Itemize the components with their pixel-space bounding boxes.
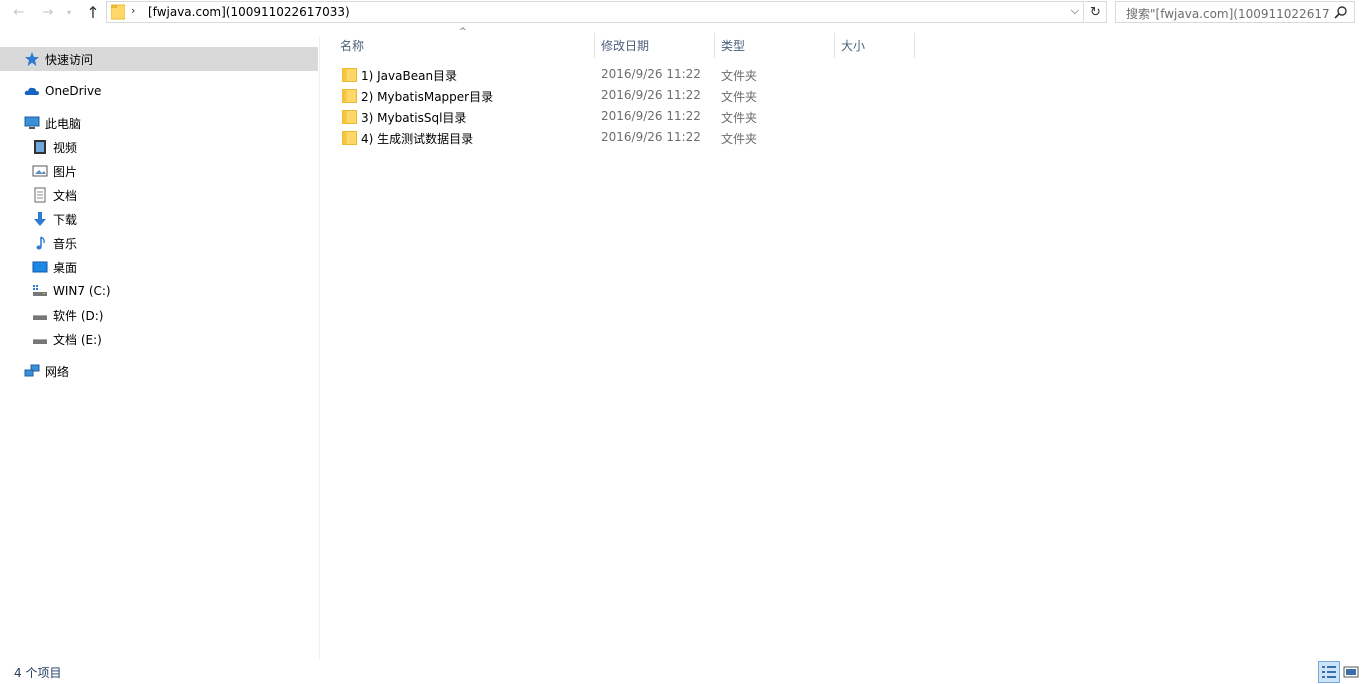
cloud-icon bbox=[24, 87, 39, 95]
address-dropdown-button[interactable]: ⌵ bbox=[1071, 4, 1079, 18]
column-header-name[interactable]: 名称 bbox=[336, 33, 594, 58]
folder-icon bbox=[342, 89, 357, 103]
file-row[interactable]: 3) MybatisSql目录 2016/9/26 11:22 文件夹 bbox=[336, 106, 916, 127]
sidebar-item-label: WIN7 (C:) bbox=[53, 284, 111, 298]
folder-icon bbox=[111, 4, 125, 20]
large-icons-view-button[interactable] bbox=[1340, 661, 1362, 683]
file-row[interactable]: 1) JavaBean目录 2016/9/26 11:22 文件夹 bbox=[336, 64, 916, 85]
sidebar-item-label: 文档 (E:) bbox=[53, 332, 102, 347]
search-placeholder[interactable]: 搜索"[fwjava.com](100911022617... bbox=[1126, 5, 1331, 22]
column-header-size[interactable]: 大小 bbox=[835, 33, 914, 58]
navigation-pane: 快速访问 OneDrive 此电脑 视频 图片 文档 下载 音乐 桌面 WIN7… bbox=[0, 36, 320, 660]
column-header-label: 类型 bbox=[721, 39, 746, 53]
sidebar-item-drive-c[interactable]: WIN7 (C:) bbox=[0, 279, 318, 303]
folder-icon bbox=[342, 68, 357, 82]
arrow-right-icon: → bbox=[42, 4, 54, 20]
sidebar-item-music[interactable]: 音乐 bbox=[0, 231, 318, 255]
arrow-up-icon: ↑ bbox=[86, 2, 100, 22]
sidebar-item-label: 视频 bbox=[53, 140, 78, 155]
column-header-modified[interactable]: 修改日期 bbox=[595, 33, 714, 58]
sidebar-item-label: 文档 bbox=[53, 188, 78, 203]
file-modified: 2016/9/26 11:22 bbox=[601, 130, 701, 144]
column-header-label: 名称 bbox=[340, 39, 365, 53]
file-name[interactable]: 4) 生成测试数据目录 bbox=[361, 130, 473, 147]
sidebar-item-label: 下载 bbox=[53, 212, 78, 227]
folder-icon bbox=[342, 110, 357, 124]
file-type: 文件夹 bbox=[721, 111, 758, 125]
network-icon bbox=[24, 364, 40, 377]
sidebar-item-videos[interactable]: 视频 bbox=[0, 135, 318, 159]
search-icon[interactable] bbox=[1334, 5, 1348, 19]
column-header-label: 大小 bbox=[841, 39, 866, 53]
sidebar-item-drive-e[interactable]: 文档 (E:) bbox=[0, 327, 318, 351]
column-header-label: 修改日期 bbox=[601, 39, 650, 53]
desktop-icon bbox=[32, 261, 48, 273]
file-name[interactable]: 3) MybatisSql目录 bbox=[361, 109, 466, 126]
sidebar-item-documents[interactable]: 文档 bbox=[0, 183, 318, 207]
file-type: 文件夹 bbox=[721, 69, 758, 83]
sidebar-item-label: 此电脑 bbox=[45, 116, 82, 131]
back-button[interactable]: ← bbox=[8, 2, 30, 22]
pictures-icon bbox=[32, 165, 48, 177]
file-row[interactable]: 2) MybatisMapper目录 2016/9/26 11:22 文件夹 bbox=[336, 85, 916, 106]
sidebar-item-downloads[interactable]: 下载 bbox=[0, 207, 318, 231]
file-name[interactable]: 1) JavaBean目录 bbox=[361, 67, 457, 84]
up-button[interactable]: ↑ bbox=[82, 2, 104, 22]
drive-icon bbox=[33, 315, 47, 320]
sidebar-item-onedrive[interactable]: OneDrive bbox=[0, 79, 318, 103]
column-divider[interactable] bbox=[914, 33, 915, 58]
sidebar-item-label: 软件 (D:) bbox=[53, 308, 104, 323]
sidebar-item-quick-access[interactable]: 快速访问 bbox=[0, 47, 318, 71]
refresh-icon: ↻ bbox=[1090, 4, 1101, 20]
arrow-left-icon: ← bbox=[13, 4, 25, 20]
folder-icon bbox=[342, 131, 357, 145]
sidebar-item-network[interactable]: 网络 bbox=[0, 359, 318, 383]
sidebar-item-label: 快速访问 bbox=[45, 52, 94, 67]
breadcrumb-current[interactable]: [fwjava.com](100911022617033) bbox=[148, 5, 350, 19]
column-header-type[interactable]: 类型 bbox=[715, 33, 834, 58]
system-drive-icon bbox=[33, 285, 47, 296]
recent-locations-button[interactable]: ▾ bbox=[62, 2, 76, 22]
sidebar-item-label: 图片 bbox=[53, 164, 78, 179]
chevron-down-icon: ▾ bbox=[66, 7, 71, 17]
search-box[interactable]: 搜索"[fwjava.com](100911022617... bbox=[1115, 1, 1355, 23]
computer-icon bbox=[24, 116, 40, 129]
download-icon bbox=[34, 212, 46, 226]
file-modified: 2016/9/26 11:22 bbox=[601, 88, 701, 102]
details-view-icon bbox=[1322, 666, 1336, 678]
forward-button[interactable]: → bbox=[37, 2, 59, 22]
file-modified: 2016/9/26 11:22 bbox=[601, 109, 701, 123]
address-toolbar: ← → ▾ ↑ › [fwjava.com](100911022617033) … bbox=[0, 0, 1366, 25]
file-type: 文件夹 bbox=[721, 132, 758, 146]
large-icons-view-icon bbox=[1343, 666, 1359, 678]
star-icon bbox=[25, 52, 39, 66]
drive-icon bbox=[33, 339, 47, 344]
music-icon bbox=[36, 236, 45, 250]
refresh-button[interactable]: ↻ bbox=[1085, 1, 1107, 23]
sidebar-item-this-pc[interactable]: 此电脑 bbox=[0, 111, 318, 135]
sidebar-item-drive-d[interactable]: 软件 (D:) bbox=[0, 303, 318, 327]
documents-icon bbox=[34, 187, 46, 203]
sidebar-item-label: 桌面 bbox=[53, 260, 78, 275]
file-row[interactable]: 4) 生成测试数据目录 2016/9/26 11:22 文件夹 bbox=[336, 127, 916, 148]
file-name[interactable]: 2) MybatisMapper目录 bbox=[361, 88, 493, 105]
details-view-button[interactable] bbox=[1318, 661, 1340, 683]
address-bar[interactable]: › [fwjava.com](100911022617033) ⌵ bbox=[106, 1, 1084, 23]
sidebar-item-label: OneDrive bbox=[45, 84, 102, 98]
sidebar-item-label: 音乐 bbox=[53, 236, 78, 251]
breadcrumb-separator[interactable]: › bbox=[131, 4, 135, 17]
sidebar-item-pictures[interactable]: 图片 bbox=[0, 159, 318, 183]
file-modified: 2016/9/26 11:22 bbox=[601, 67, 701, 81]
sidebar-item-label: 网络 bbox=[45, 364, 70, 379]
item-count: 4 个项目 bbox=[14, 666, 62, 680]
file-type: 文件夹 bbox=[721, 90, 758, 104]
sidebar-item-desktop[interactable]: 桌面 bbox=[0, 255, 318, 279]
video-icon bbox=[34, 140, 46, 154]
